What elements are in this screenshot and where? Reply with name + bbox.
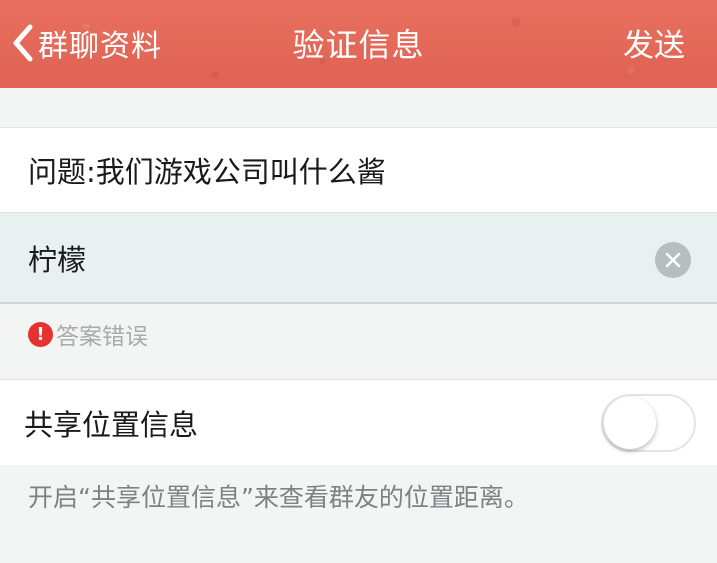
clear-icon	[665, 252, 681, 268]
exclamation-icon: !	[28, 321, 53, 347]
error-text: 答案错误	[56, 324, 148, 350]
clear-button[interactable]	[655, 242, 691, 278]
page-title: 验证信息	[292, 26, 425, 64]
nav-bar: 群聊资料 验证信息 发送	[0, 0, 717, 88]
question-text: 问题:我们游戏公司叫什么酱	[28, 155, 386, 189]
share-location-label: 共享位置信息	[24, 407, 199, 442]
toggle-knob	[604, 397, 656, 449]
send-button[interactable]: 发送	[623, 20, 685, 65]
share-location-row: 共享位置信息	[0, 379, 717, 465]
share-location-hint: 开启“共享位置信息”来查看群友的位置距离。	[28, 483, 529, 512]
answer-input[interactable]	[28, 240, 588, 275]
error-message: ! 答案错误	[28, 319, 148, 350]
answer-row	[0, 212, 717, 304]
share-location-toggle[interactable]	[601, 394, 696, 452]
question-row: 问题:我们游戏公司叫什么酱	[0, 127, 717, 212]
